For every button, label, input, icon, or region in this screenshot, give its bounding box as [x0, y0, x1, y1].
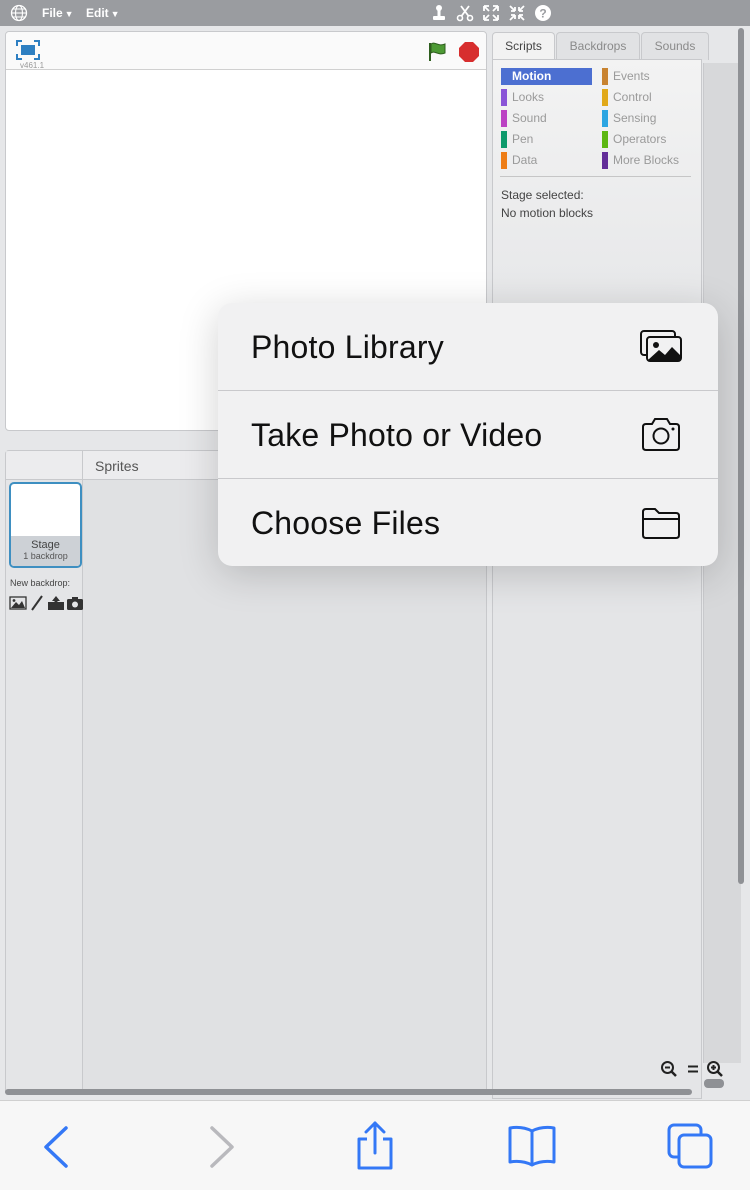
category-events-label: Events [613, 69, 650, 83]
browser-toolbar [0, 1100, 750, 1190]
tab-scripts[interactable]: Scripts [492, 32, 555, 61]
camera-backdrop-icon[interactable] [66, 595, 84, 611]
category-control-label: Control [613, 90, 652, 104]
file-picker-popup: Photo Library Take Photo or Video Choose… [218, 303, 718, 566]
tab-sounds[interactable]: Sounds [641, 32, 709, 60]
forward-icon[interactable] [195, 1121, 245, 1171]
menu-bar: File ▼ Edit ▼ ? [0, 0, 750, 26]
chevron-down-icon: ▼ [64, 9, 74, 19]
category-sensing-label: Sensing [613, 111, 657, 125]
choose-files-option[interactable]: Choose Files [218, 479, 718, 566]
category-operators-label: Operators [613, 132, 667, 146]
category-operators[interactable]: Operators [602, 131, 666, 148]
stage-thumbnail-label-area: Stage 1 backdrop [11, 536, 80, 566]
category-sound-label: Sound [512, 111, 547, 125]
camera-icon [642, 418, 680, 451]
bookmarks-icon[interactable] [507, 1121, 557, 1171]
language-globe-icon[interactable] [10, 4, 28, 22]
category-color-swatch [501, 110, 507, 127]
photo-library-option[interactable]: Photo Library [218, 303, 718, 391]
shrink-icon[interactable] [507, 3, 527, 23]
category-color-swatch [602, 131, 608, 148]
category-color-swatch [501, 131, 507, 148]
stage-column: Stage 1 backdrop New backdrop: [6, 451, 83, 1094]
edit-menu[interactable]: Edit ▼ [86, 6, 120, 20]
help-icon[interactable]: ? [533, 3, 553, 23]
tab-backdrops[interactable]: Backdrops [556, 32, 640, 60]
category-more-blocks-label: More Blocks [613, 153, 680, 167]
stage-backdrop-count: 1 backdrop [23, 551, 68, 561]
palette-divider [500, 176, 691, 177]
edit-menu-label: Edit [86, 6, 109, 20]
category-data-label: Data [512, 153, 538, 167]
stage-thumbnail-label: Stage [31, 539, 60, 551]
category-looks-label: Looks [512, 90, 545, 104]
stage-column-header [6, 451, 82, 480]
stage-header: v461.1 [6, 32, 486, 70]
category-data[interactable]: Data [501, 152, 537, 169]
no-motion-blocks-text: No motion blocks [501, 206, 594, 220]
back-icon[interactable] [33, 1121, 83, 1171]
photo-library-icon [640, 330, 682, 362]
folder-icon [642, 508, 680, 539]
zoom-scroll-thumb[interactable] [704, 1079, 724, 1088]
file-menu[interactable]: File ▼ [42, 6, 74, 20]
category-events[interactable]: Events [602, 68, 650, 85]
category-color-swatch [501, 89, 507, 106]
category-looks[interactable]: Looks [501, 89, 544, 106]
chevron-down-icon: ▼ [110, 9, 120, 19]
category-color-swatch [602, 68, 608, 85]
category-motion-label: Motion [512, 69, 552, 83]
category-more-blocks[interactable]: More Blocks [602, 152, 679, 169]
take-photo-label: Take Photo or Video [251, 417, 543, 453]
green-flag-icon[interactable] [426, 40, 448, 62]
category-color-swatch [602, 152, 608, 169]
category-control[interactable]: Control [602, 89, 652, 106]
stage-selected-text: Stage selected: [501, 188, 584, 202]
stage-thumbnail[interactable]: Stage 1 backdrop [9, 482, 82, 568]
category-pen-label: Pen [512, 132, 534, 146]
tabs-icon[interactable] [665, 1121, 715, 1171]
new-backdrop-label: New backdrop: [10, 578, 71, 588]
category-color-swatch [501, 152, 507, 169]
zoom-reset-icon[interactable] [684, 1060, 702, 1078]
category-color-swatch [602, 110, 608, 127]
choose-backdrop-library-icon[interactable] [9, 595, 27, 611]
category-pen[interactable]: Pen [501, 131, 533, 148]
vertical-scrollbar[interactable] [738, 28, 744, 884]
category-sensing[interactable]: Sensing [602, 110, 656, 127]
version-label: v461.1 [20, 61, 45, 70]
share-icon[interactable] [350, 1121, 400, 1171]
grow-icon[interactable] [481, 3, 501, 23]
upload-backdrop-icon[interactable] [47, 595, 65, 611]
zoom-out-icon[interactable] [660, 1060, 678, 1078]
file-menu-label: File [42, 6, 63, 20]
category-motion[interactable]: Motion [501, 68, 592, 85]
delete-scissors-icon[interactable] [455, 3, 475, 23]
category-color-swatch [602, 89, 608, 106]
stop-sign-icon[interactable] [458, 41, 480, 63]
photo-library-label: Photo Library [251, 329, 444, 365]
new-backdrop-tools [9, 595, 83, 613]
svg-text:?: ? [539, 7, 546, 21]
zoom-in-icon[interactable] [706, 1060, 724, 1078]
horizontal-scrollbar[interactable] [5, 1089, 692, 1095]
presentation-mode-icon[interactable] [15, 39, 41, 61]
take-photo-option[interactable]: Take Photo or Video [218, 391, 718, 479]
choose-files-label: Choose Files [251, 505, 441, 541]
sprites-title: Sprites [95, 458, 139, 474]
zoom-controls [658, 1060, 728, 1078]
paint-backdrop-icon[interactable] [29, 595, 47, 611]
duplicate-stamp-icon[interactable] [429, 3, 449, 23]
category-sound[interactable]: Sound [501, 110, 547, 127]
